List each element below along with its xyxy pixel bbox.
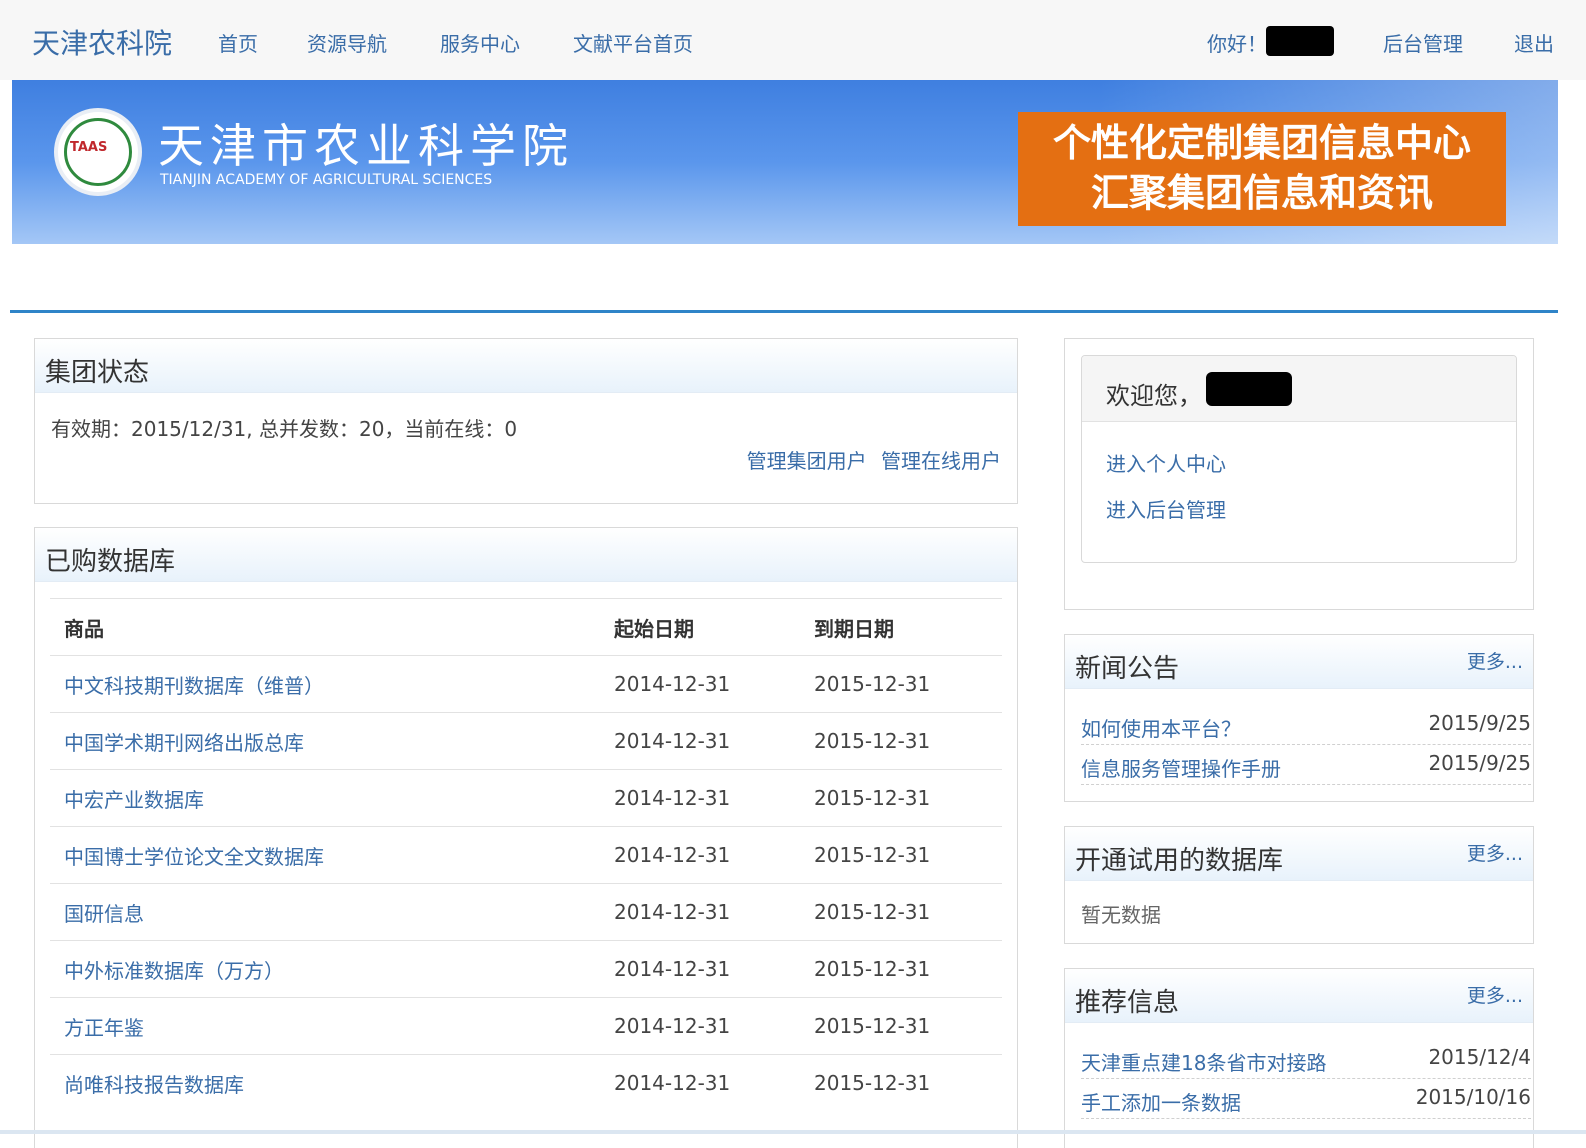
end-date-cell: 2015-12-31 xyxy=(800,769,1002,827)
logo-lettering: TAAS xyxy=(70,140,108,155)
trial-empty-text: 暂无数据 xyxy=(1081,903,1161,927)
start-date-cell: 2014-12-31 xyxy=(600,997,800,1055)
table-header-row: 商品 起始日期 到期日期 xyxy=(50,598,1002,656)
welcome-box: 欢迎您， 进入个人中心 进入后台管理 xyxy=(1081,355,1517,563)
trial-databases-panel: 开通试用的数据库 更多... 暂无数据 xyxy=(1064,826,1534,944)
end-date-cell: 2015-12-31 xyxy=(800,655,1002,713)
trial-more-link[interactable]: 更多... xyxy=(1467,839,1523,866)
recommend-header: 推荐信息 更多... xyxy=(1065,969,1533,1023)
group-status-header: 集团状态 xyxy=(35,339,1017,393)
database-name-link[interactable]: 中文科技期刊数据库（维普） xyxy=(50,655,600,713)
institution-name-en: TIANJIN ACADEMY OF AGRICULTURAL SCIENCES xyxy=(160,172,493,188)
news-more-link[interactable]: 更多... xyxy=(1467,647,1523,674)
start-date-cell: 2014-12-31 xyxy=(600,655,800,713)
nav-service-center[interactable]: 服务中心 xyxy=(440,28,520,57)
welcome-panel: 欢迎您， 进入个人中心 进入后台管理 xyxy=(1064,338,1534,610)
welcome-header: 欢迎您， xyxy=(1082,356,1516,422)
group-status-links: 管理集团用户 管理在线用户 xyxy=(739,445,1001,474)
recommend-more-link[interactable]: 更多... xyxy=(1467,981,1523,1008)
start-date-cell: 2014-12-31 xyxy=(600,712,800,770)
nav-home[interactable]: 首页 xyxy=(218,28,258,57)
news-item[interactable]: 信息服务管理操作手册 2015/9/25 xyxy=(1081,745,1531,785)
greeting-text: 你好！ xyxy=(1207,32,1267,56)
recommend-item-title[interactable]: 天津重点建18条省市对接路 xyxy=(1081,1047,1326,1076)
news-panel: 新闻公告 更多... 如何使用本平台？ 2015/9/25 信息服务管理操作手册… xyxy=(1064,634,1534,802)
start-date-cell: 2014-12-31 xyxy=(600,940,800,998)
personal-center-link[interactable]: 进入个人中心 xyxy=(1106,448,1226,477)
news-item[interactable]: 如何使用本平台？ 2015/9/25 xyxy=(1081,705,1531,745)
recommend-item[interactable]: 手工添加一条数据 2015/10/16 xyxy=(1081,1079,1531,1119)
trial-title: 开通试用的数据库 xyxy=(1075,846,1284,876)
institution-name-cn: 天津市农业科学院 xyxy=(158,119,574,173)
recommend-item[interactable]: 天津重点建18条省市对接路 2015/12/4 xyxy=(1081,1039,1531,1079)
institution-logo: TAAS xyxy=(54,108,142,196)
database-name-link[interactable]: 中宏产业数据库 xyxy=(50,769,600,827)
welcome-title: 欢迎您， xyxy=(1106,382,1202,410)
bottom-edge xyxy=(0,1130,1586,1134)
purchased-databases-panel: 已购数据库 商品 起始日期 到期日期 中文科技期刊数据库（维普） 2014-12-… xyxy=(34,527,1018,1148)
promo-box: 个性化定制集团信息中心 汇聚集团信息和资讯 xyxy=(1018,112,1506,226)
manage-group-users-link[interactable]: 管理集团用户 xyxy=(747,449,867,473)
news-header: 新闻公告 更多... xyxy=(1065,635,1533,689)
column-header-start-date: 起始日期 xyxy=(600,598,800,656)
section-divider xyxy=(10,310,1558,313)
news-title: 新闻公告 xyxy=(1075,654,1180,684)
news-item-title[interactable]: 信息服务管理操作手册 xyxy=(1081,753,1281,782)
banner: TAAS 天津市农业科学院 TIANJIN ACADEMY OF AGRICUL… xyxy=(12,80,1558,244)
group-status-title: 集团状态 xyxy=(45,358,150,388)
recommend-item-date: 2015/12/4 xyxy=(1428,1045,1531,1069)
end-date-cell: 2015-12-31 xyxy=(800,940,1002,998)
trial-header: 开通试用的数据库 更多... xyxy=(1065,827,1533,881)
nav-logout[interactable]: 退出 xyxy=(1514,28,1554,57)
end-date-cell: 2015-12-31 xyxy=(800,826,1002,884)
nav-literature-home[interactable]: 文献平台首页 xyxy=(573,28,693,57)
table-row: 中外标准数据库（万方） 2014-12-31 2015-12-31 xyxy=(50,940,1002,998)
group-status-info: 有效期：2015/12/31, 总并发数：20，当前在线：0 xyxy=(51,417,518,441)
database-name-link[interactable]: 中国博士学位论文全文数据库 xyxy=(50,826,600,884)
end-date-cell: 2015-12-31 xyxy=(800,712,1002,770)
databases-header: 已购数据库 xyxy=(35,528,1017,582)
database-name-link[interactable]: 尚唯科技报告数据库 xyxy=(50,1054,600,1112)
column-header-end-date: 到期日期 xyxy=(800,598,1002,656)
database-name-link[interactable]: 方正年鉴 xyxy=(50,997,600,1055)
database-name-link[interactable]: 中国学术期刊网络出版总库 xyxy=(50,712,600,770)
redacted-username xyxy=(1266,26,1334,56)
recommend-item-title[interactable]: 手工添加一条数据 xyxy=(1081,1087,1241,1116)
database-name-link[interactable]: 中外标准数据库（万方） xyxy=(50,940,600,998)
start-date-cell: 2014-12-31 xyxy=(600,826,800,884)
table-row: 国研信息 2014-12-31 2015-12-31 xyxy=(50,883,1002,941)
table-row: 尚唯科技报告数据库 2014-12-31 2015-12-31 xyxy=(50,1054,1002,1112)
group-status-panel: 集团状态 有效期：2015/12/31, 总并发数：20，当前在线：0 管理集团… xyxy=(34,338,1018,504)
end-date-cell: 2015-12-31 xyxy=(800,997,1002,1055)
table-row: 中文科技期刊数据库（维普） 2014-12-31 2015-12-31 xyxy=(50,655,1002,713)
databases-table: 商品 起始日期 到期日期 中文科技期刊数据库（维普） 2014-12-31 2015… xyxy=(50,598,1002,1112)
column-header-product: 商品 xyxy=(50,598,600,656)
admin-backend-link[interactable]: 进入后台管理 xyxy=(1106,494,1226,523)
recommend-title: 推荐信息 xyxy=(1075,988,1180,1018)
news-item-date: 2015/9/25 xyxy=(1428,711,1531,735)
manage-online-users-link[interactable]: 管理在线用户 xyxy=(881,449,1001,473)
table-row: 中国学术期刊网络出版总库 2014-12-31 2015-12-31 xyxy=(50,712,1002,770)
recommend-panel: 推荐信息 更多... 天津重点建18条省市对接路 2015/12/4 手工添加一… xyxy=(1064,968,1534,1148)
start-date-cell: 2014-12-31 xyxy=(600,883,800,941)
end-date-cell: 2015-12-31 xyxy=(800,1054,1002,1112)
recommend-item-date: 2015/10/16 xyxy=(1415,1085,1531,1109)
database-name-link[interactable]: 国研信息 xyxy=(50,883,600,941)
top-nav: 天津农科院 首页 资源导航 服务中心 文献平台首页 你好！ 后台管理 退出 xyxy=(0,0,1586,80)
start-date-cell: 2014-12-31 xyxy=(600,769,800,827)
brand-link[interactable]: 天津农科院 xyxy=(32,22,172,62)
nav-admin[interactable]: 后台管理 xyxy=(1383,28,1463,57)
news-item-title[interactable]: 如何使用本平台？ xyxy=(1081,713,1241,742)
table-row: 中宏产业数据库 2014-12-31 2015-12-31 xyxy=(50,769,1002,827)
promo-line-1: 个性化定制集团信息中心 xyxy=(1052,121,1471,165)
redacted-welcome-name xyxy=(1206,372,1292,406)
start-date-cell: 2014-12-31 xyxy=(600,1054,800,1112)
end-date-cell: 2015-12-31 xyxy=(800,883,1002,941)
table-row: 中国博士学位论文全文数据库 2014-12-31 2015-12-31 xyxy=(50,826,1002,884)
table-row: 方正年鉴 2014-12-31 2015-12-31 xyxy=(50,997,1002,1055)
promo-line-2: 汇聚集团信息和资讯 xyxy=(1090,171,1433,215)
nav-resources[interactable]: 资源导航 xyxy=(307,28,387,57)
news-item-date: 2015/9/25 xyxy=(1428,751,1531,775)
databases-title: 已购数据库 xyxy=(45,547,176,577)
